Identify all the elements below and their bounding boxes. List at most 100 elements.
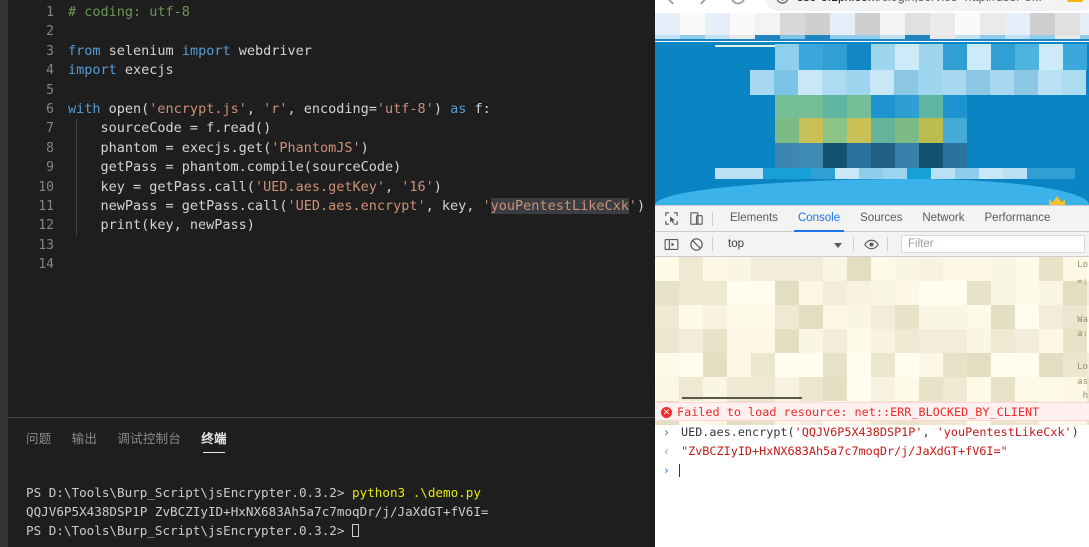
line-number: 6	[46, 101, 54, 117]
panel-tab-3[interactable]: 终端	[201, 428, 227, 453]
page-mosaic-cell	[823, 143, 847, 168]
back-arrow-icon[interactable]	[659, 0, 681, 8]
line-text: phantom = execjs.get('PhantomJS')	[68, 138, 655, 159]
console-output[interactable]: ✕ Failed to load resource: net::ERR_BLOC…	[655, 257, 1089, 547]
indent-guide	[76, 119, 77, 139]
page-mosaic-cell	[799, 118, 823, 143]
code-line: 14	[8, 255, 655, 274]
chevron-left-icon: ‹	[663, 444, 670, 458]
code-token: selenium	[108, 42, 174, 59]
devtools-tab-sources[interactable]: Sources	[850, 206, 912, 232]
inspect-cursor-icon[interactable]	[663, 210, 680, 227]
code-token: with	[68, 100, 101, 117]
console-mosaic-cell	[655, 281, 679, 305]
console-input-row[interactable]: › UED.aes.encrypt('QQJV6P5X438DSP1P', 'y…	[655, 423, 1089, 442]
line-text: with open('encrypt.js', 'r', encoding='u…	[68, 100, 655, 119]
vscode-window: 1 # coding: utf-8 2 3 from selenium import w…	[0, 0, 655, 547]
console-input-comma: ,	[922, 425, 937, 439]
console-mosaic-cell	[871, 305, 895, 329]
console-error-row[interactable]: ✕ Failed to load resource: net::ERR_BLOC…	[655, 402, 1089, 421]
indent-guide	[76, 216, 77, 236]
web-page-viewport[interactable]	[655, 42, 1089, 205]
console-mosaic-cell	[703, 281, 727, 305]
page-mosaic-cell	[750, 70, 774, 95]
code-token: sourceCode = f.read()	[68, 120, 272, 137]
filterbar-separator-2	[853, 237, 854, 251]
page-mosaic-cell	[895, 95, 919, 118]
console-output-row[interactable]: ‹ "ZvBCZIyID+HxNX683Ah5a7c7moqDr/j/JaXdG…	[655, 442, 1089, 461]
console-mosaic-cell	[775, 353, 799, 377]
bottom-panel: 问题 输出 调试控制台 终端 PS D:\Tools\Burp_Script\jsEn…	[8, 418, 655, 547]
tabstrip-mosaic-cell	[955, 13, 980, 35]
page-mosaic-cell	[871, 44, 895, 70]
info-circle-icon[interactable]	[775, 0, 790, 5]
page-mosaic-cell	[931, 168, 955, 179]
clear-console-icon[interactable]	[688, 236, 705, 253]
line-text: import execjs	[68, 61, 655, 80]
page-mosaic-cell	[966, 70, 990, 95]
console-prompt-row[interactable]: ›	[655, 461, 1089, 480]
devtools-tab-performance[interactable]: Performance	[975, 206, 1061, 232]
console-mosaic-cell	[967, 377, 991, 401]
code-token: as	[450, 100, 467, 117]
line-text: # coding: utf-8	[68, 3, 655, 22]
code-token: newPass = getPass.call(	[68, 197, 288, 214]
page-mosaic-cell	[847, 118, 871, 143]
console-mosaic-cell	[1039, 281, 1063, 305]
panel-tab-2[interactable]: 调试控制台	[117, 428, 181, 453]
console-mosaic-cell	[871, 377, 895, 401]
device-toolbar-icon[interactable]	[688, 210, 705, 227]
console-input-prefix: UED.aes.encrypt(	[681, 425, 795, 439]
terminal-cursor	[352, 524, 360, 537]
console-filter-input[interactable]: Filter	[901, 235, 1085, 253]
console-mosaic-cell	[799, 329, 823, 353]
devtools-tab-elements[interactable]: Elements	[720, 206, 788, 232]
code-token: execjs	[124, 62, 174, 79]
execution-context-dropdown[interactable]: top	[728, 238, 846, 250]
url-host: sso-e.1px.com	[797, 0, 878, 4]
code-line: 11 newPass = getPass.call('UED.aes.encry…	[8, 196, 655, 217]
clipped-console-text-fragment: Wa	[1077, 315, 1088, 325]
console-input-arg1: 'QQJV6P5X438DSP1P'	[794, 425, 923, 439]
console-mosaic-cell	[919, 281, 943, 305]
code-token: from	[68, 42, 101, 59]
code-editor[interactable]: 1 # coding: utf-8 2 3 from selenium import w…	[8, 0, 655, 417]
terminal-output[interactable]: PS D:\Tools\Burp_Script\jsEncrypter.0.3.…	[26, 464, 647, 540]
console-mosaic-cell	[871, 329, 895, 353]
code-line: 5	[8, 81, 655, 100]
line-number: 4	[46, 63, 54, 79]
page-mosaic-cell	[1051, 168, 1075, 179]
console-mosaic-cell	[823, 257, 847, 281]
page-mosaic-cell	[919, 143, 943, 168]
console-mosaic-cell	[799, 377, 823, 401]
devtools-tab-network[interactable]: Network	[912, 206, 974, 232]
code-line: 8 phantom = execjs.get('PhantomJS')	[8, 138, 655, 159]
line-number: 5	[46, 82, 54, 98]
live-expression-eye-icon[interactable]	[863, 236, 880, 253]
console-mosaic-cell	[1039, 353, 1063, 377]
console-mosaic-cell	[655, 257, 679, 281]
console-mosaic-cell	[967, 329, 991, 353]
address-bar[interactable]: sso-e.1px.com/clogin;service=http://user…	[765, 0, 1089, 11]
console-mosaic-cell	[703, 257, 727, 281]
page-mosaic-cell	[775, 118, 799, 143]
reload-arrow-icon[interactable]	[727, 0, 749, 8]
extension-icon[interactable]	[1067, 0, 1083, 2]
indent-guide	[76, 138, 77, 159]
console-sidebar-icon[interactable]	[663, 236, 680, 253]
terminal-result: QQJV6P5X438DSP1P ZvBCZIyID+HxNX683Ah5a7c…	[26, 504, 489, 519]
tabstrip-mosaic-cell	[1030, 13, 1055, 35]
tabstrip-mosaic-cell	[905, 13, 930, 35]
panel-tab-0[interactable]: 问题	[26, 428, 52, 453]
devtools-tab-console[interactable]: Console	[788, 206, 850, 232]
forward-arrow-icon[interactable]	[693, 0, 715, 8]
panel-tab-1[interactable]: 输出	[72, 428, 98, 453]
tabstrip-mosaic-cell	[805, 13, 830, 35]
console-mosaic-cell	[1039, 377, 1063, 401]
code-token: )	[433, 178, 442, 195]
code-line: 9 getPass = phantom.compile(sourceCode)	[8, 158, 655, 178]
line-text: from selenium import webdriver	[68, 42, 655, 61]
console-mosaic-cell	[1015, 305, 1039, 329]
console-input-arg2: 'youPentestLikeCxk'	[936, 425, 1072, 439]
console-mosaic-cell	[751, 305, 775, 329]
